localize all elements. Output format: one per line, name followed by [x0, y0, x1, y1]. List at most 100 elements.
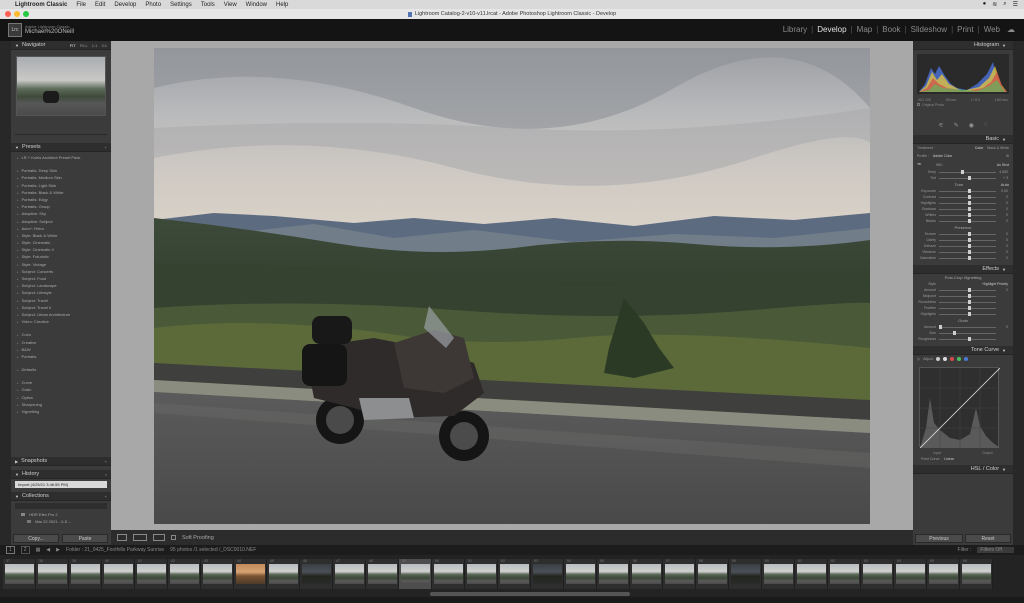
preset-group[interactable]: Subject: Lifestyle [17, 289, 105, 296]
wifi-icon[interactable]: ≋ [992, 1, 997, 8]
menu-view[interactable]: View [224, 2, 237, 8]
slider-value[interactable]: 0 [996, 256, 1008, 260]
previous-button[interactable]: Previous [915, 534, 963, 543]
module-slideshow[interactable]: Slideshow [908, 25, 950, 34]
preset-group[interactable]: Curve [17, 379, 105, 386]
status-icon[interactable]: ● [983, 1, 987, 8]
slider-knob[interactable] [967, 311, 971, 316]
filmstrip-thumbnail[interactable]: 44 [234, 559, 267, 589]
preset-group[interactable]: Subject: Food [17, 275, 105, 282]
zoom-3-1[interactable]: 3:1 [101, 43, 107, 48]
collection-item[interactable]: Mar 22 2021 - 0-5 ... [11, 518, 111, 525]
slider-value[interactable]: 0 [996, 232, 1008, 236]
preset-group[interactable]: Style: Cinematic II [17, 246, 105, 253]
module-library[interactable]: Library [780, 25, 810, 34]
slider-value[interactable]: 0 [996, 250, 1008, 254]
wb-picker-icon[interactable]: ✒ [917, 161, 922, 168]
close-window-button[interactable] [5, 11, 11, 17]
filmstrip-thumbnail[interactable]: 50 [432, 559, 465, 589]
slider-track[interactable] [939, 231, 996, 236]
curve-green-icon[interactable] [956, 357, 961, 361]
curve-point-icon[interactable] [942, 357, 947, 361]
filmstrip-thumbnail[interactable]: 61 [795, 559, 828, 589]
vignette-style-select[interactable]: Highlight Priority [983, 282, 1008, 286]
slider-knob[interactable] [967, 287, 971, 292]
histogram-graph[interactable] [917, 54, 1009, 94]
grid-view-icon[interactable]: ▦ [36, 547, 41, 553]
page-2-button[interactable]: 2 [20, 546, 30, 554]
original-photo-row[interactable]: Original Photo [913, 103, 1013, 107]
curve-parametric-icon[interactable] [935, 357, 940, 361]
slider-value[interactable]: 0 [996, 244, 1008, 248]
preset-group[interactable]: Subject: Landscape [17, 282, 105, 289]
menu-photo[interactable]: Photo [145, 2, 161, 8]
filmstrip-thumbnail[interactable]: 45 [267, 559, 300, 589]
filmstrip-thumbnail[interactable]: 59 [729, 559, 762, 589]
preset-group[interactable]: Style: Vintage [17, 261, 105, 268]
filmstrip-thumbnail[interactable]: 62 [828, 559, 861, 589]
left-panel-edge[interactable] [0, 41, 11, 555]
navigator-preview[interactable] [16, 56, 106, 116]
preset-group[interactable]: Color [17, 331, 105, 338]
slider-knob[interactable] [967, 206, 971, 211]
slider-value[interactable]: 0 [996, 207, 1008, 211]
zoom-fill[interactable]: FILL [80, 43, 88, 48]
slider-track[interactable] [939, 299, 996, 304]
zoom-1-1[interactable]: 1:1 [92, 43, 98, 48]
slider-knob[interactable] [967, 231, 971, 236]
slider-value[interactable]: 0.00 [996, 189, 1008, 193]
before-after-options-icon[interactable] [153, 534, 165, 541]
preset-group[interactable]: Style: Futuristic [17, 253, 105, 260]
preset-group[interactable]: Subject: Travel II [17, 304, 105, 311]
before-after-view-icon[interactable] [133, 534, 147, 541]
preset-group[interactable]: Adaptive: Subject [17, 218, 105, 225]
collection-item[interactable]: HDR Efex Pro 2 [11, 511, 111, 518]
folder-source[interactable]: Folder : 21_0425_Foothills Parkway Sunri… [66, 547, 164, 553]
collections-header[interactable]: ▼ Collections + [11, 492, 111, 501]
profile-select[interactable]: Adobe Color [933, 154, 952, 158]
slider-track[interactable] [939, 212, 996, 217]
filmstrip-thumbnail[interactable]: 57 [663, 559, 696, 589]
preset-group[interactable]: Portraits: Medium Skin [17, 174, 105, 181]
preset-group[interactable]: Portraits: Black & White [17, 189, 105, 196]
filmstrip-thumbnail[interactable]: 39 [69, 559, 102, 589]
preset-group[interactable]: Vignetting [17, 408, 105, 415]
wb-select[interactable]: As Shot [997, 163, 1009, 167]
add-snapshot-icon[interactable]: + [105, 459, 107, 464]
module-develop[interactable]: Develop [814, 25, 849, 34]
filmstrip-thumbnail[interactable]: 43 [201, 559, 234, 589]
slider-knob[interactable] [967, 237, 971, 242]
slider-track[interactable] [939, 336, 996, 341]
slider-value[interactable]: 0 [996, 325, 1008, 329]
main-photo[interactable] [154, 48, 870, 524]
copy-button[interactable]: Copy... [13, 534, 59, 543]
slider-track[interactable] [939, 169, 996, 174]
slider-track[interactable] [939, 206, 996, 211]
snapshots-header[interactable]: ▶ Snapshots + [11, 457, 111, 466]
preset-group[interactable]: Style: Black & White [17, 232, 105, 239]
forward-arrow-icon[interactable]: ▶ [56, 547, 60, 553]
filmstrip-thumbnail[interactable]: 56 [630, 559, 663, 589]
slider-track[interactable] [939, 237, 996, 242]
preset-group[interactable]: Portraits: Edgy [17, 196, 105, 203]
filmstrip-thumbnail[interactable]: 65 [927, 559, 960, 589]
preset-group[interactable]: B&W [17, 346, 105, 353]
treatment-color[interactable]: Color [975, 146, 983, 150]
masking-icon[interactable]: ◌ [984, 122, 988, 128]
treatment-bw[interactable]: Black & White [987, 146, 1009, 150]
menu-develop[interactable]: Develop [114, 2, 136, 8]
slider-knob[interactable] [967, 200, 971, 205]
slider-track[interactable] [939, 194, 996, 199]
filmstrip-thumbnail[interactable]: 42 [168, 559, 201, 589]
preset-group[interactable]: Portraits: Light Skin [17, 182, 105, 189]
filmstrip-thumbnail[interactable]: 52 [498, 559, 531, 589]
original-photo-checkbox[interactable] [917, 103, 920, 106]
slider-knob[interactable] [967, 243, 971, 248]
heal-brush-icon[interactable]: ✎ [954, 122, 959, 129]
slider-knob[interactable] [960, 169, 964, 174]
preset-group[interactable]: Video: Creative [17, 318, 105, 325]
edit-sliders-icon[interactable]: ⚟ [938, 122, 943, 129]
slider-knob[interactable] [967, 249, 971, 254]
slider-knob[interactable] [939, 324, 942, 329]
preset-group[interactable]: Creative [17, 339, 105, 346]
